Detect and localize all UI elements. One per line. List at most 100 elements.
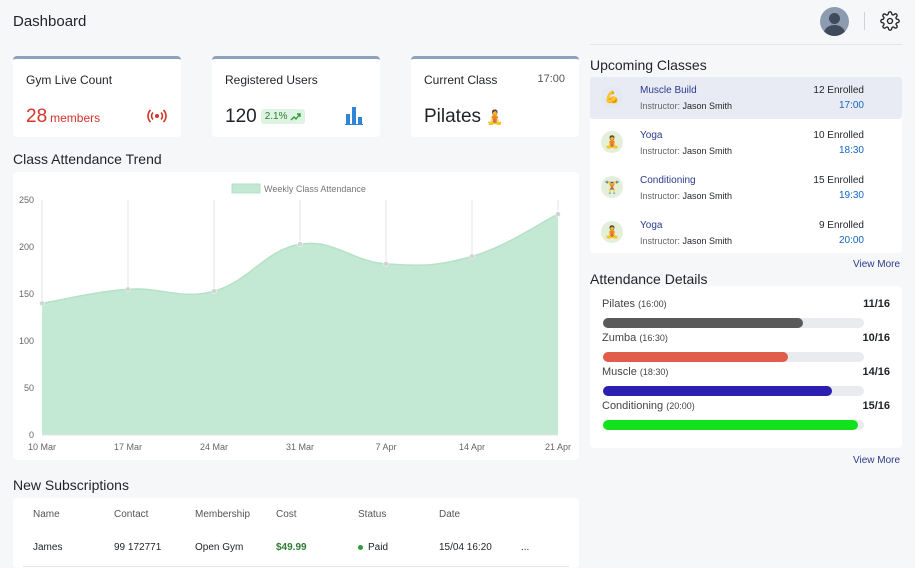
upcoming-classes-title: Upcoming Classes — [590, 57, 707, 73]
attendance-details-title: Attendance Details — [590, 271, 708, 287]
attendance-class-time: (16:30) — [639, 333, 668, 343]
y-tick-label: 0 — [29, 430, 34, 440]
attendance-trend-card: 0 50 100 150 200 250 10 Mar 17 Mar 24 Mar 31 Mar 7… — [13, 172, 579, 460]
current-class-card: Current Class 17:00 Pilates 🧘 — [411, 56, 579, 137]
class-row[interactable]: 🧘 Yoga Instructor: Jason Smith 10 Enroll… — [590, 122, 902, 164]
class-instructor: Instructor: Jason Smith — [640, 146, 732, 156]
attendance-value: 11/16 — [863, 298, 890, 310]
y-tick-label: 250 — [19, 195, 34, 205]
x-tick-label: 14 Apr — [459, 442, 485, 452]
live-count-value: 28 — [26, 106, 48, 127]
growth-badge: 2.1% — [260, 109, 306, 125]
instructor-prefix: Instructor: — [640, 236, 681, 246]
attendance-bar-track — [603, 420, 864, 430]
trend-up-icon — [290, 113, 301, 121]
attendance-class: Muscle (18:30) — [602, 366, 668, 378]
page-title: Dashboard — [13, 13, 87, 30]
column-header: Name — [33, 509, 60, 520]
series-area — [42, 214, 558, 435]
muscle-icon: 💪 — [601, 86, 623, 108]
data-point — [383, 261, 389, 267]
class-row[interactable]: 🧘 Yoga Instructor: Jason Smith 9 Enrolle… — [590, 212, 902, 254]
attendance-class: Conditioning (20:00) — [602, 400, 695, 412]
attendance-row: Zumba (16:30) 10/16 — [602, 332, 890, 366]
class-enrolled: 9 Enrolled — [818, 220, 864, 231]
yoga-icon: 🧘 — [601, 131, 623, 153]
class-enrolled: 10 Enrolled — [813, 130, 864, 141]
y-tick-label: 50 — [24, 383, 34, 393]
attendance-row: Muscle (18:30) 14/16 — [602, 366, 890, 400]
upcoming-view-more-link[interactable]: View More — [853, 259, 900, 270]
pilates-person-icon: 🧘 — [486, 109, 504, 125]
settings-gear-icon[interactable] — [880, 11, 900, 31]
x-tick-label: 31 Mar — [286, 442, 314, 452]
class-name: Conditioning — [640, 175, 696, 186]
column-header: Cost — [276, 509, 297, 520]
class-enrolled: 15 Enrolled — [813, 175, 864, 186]
column-header: Status — [358, 509, 387, 520]
attendance-bar-fill — [603, 318, 804, 328]
cell-contact: 99 172771 — [114, 542, 162, 553]
attendance-bar-fill — [603, 352, 789, 362]
header-divider — [864, 12, 865, 30]
attendance-value: 10/16 — [862, 332, 890, 344]
row-divider — [23, 566, 569, 567]
instructor-prefix: Instructor: — [640, 191, 681, 201]
attendance-bar-fill — [603, 386, 832, 396]
attendance-trend-title: Class Attendance Trend — [13, 151, 162, 167]
broadcast-icon — [147, 109, 167, 123]
live-count-value-wrap: 28 members — [26, 106, 100, 128]
user-avatar[interactable] — [820, 7, 849, 36]
class-instructor: Instructor: Jason Smith — [640, 191, 732, 201]
row-more-button[interactable]: ... — [521, 542, 529, 553]
data-point — [39, 300, 45, 307]
attendance-class-time: (16:00) — [638, 299, 667, 309]
column-header: Date — [439, 509, 461, 520]
attendance-bar-track — [603, 352, 864, 362]
attendance-view-more-link[interactable]: View More — [853, 455, 900, 466]
class-enrolled: 12 Enrolled — [813, 85, 864, 96]
subscriptions-table: Name Contact Membership Cost Status Date… — [13, 498, 579, 568]
class-name: Yoga — [640, 220, 663, 231]
class-row[interactable]: 💪 Muscle Build Instructor: Jason Smith 1… — [590, 77, 902, 119]
x-tick-label: 21 Apr — [545, 442, 571, 452]
data-point — [555, 211, 561, 217]
attendance-bar-fill — [603, 420, 858, 430]
attendance-class-time: (18:30) — [639, 367, 669, 377]
registered-users-value-wrap: 120 2.1% — [225, 106, 306, 128]
instructor-prefix: Instructor: — [640, 146, 681, 156]
x-tick-label: 24 Mar — [200, 442, 228, 452]
instructor-name: Jason Smith — [682, 101, 733, 111]
x-tick-label: 7 Apr — [375, 442, 396, 452]
instructor-name: Jason Smith — [682, 236, 733, 246]
attendance-trend-chart: 0 50 100 150 200 250 10 Mar 17 Mar 24 Mar 31 Mar 7… — [19, 183, 571, 452]
conditioning-icon: 🏋 — [601, 176, 623, 198]
top-bar: Dashboard — [0, 0, 915, 45]
attendance-value: 15/16 — [862, 400, 890, 412]
x-tick-label: 17 Mar — [114, 442, 142, 452]
y-tick-label: 200 — [19, 242, 34, 252]
data-point — [469, 253, 475, 260]
instructor-name: Jason Smith — [682, 146, 733, 156]
attendance-class-name: Muscle — [602, 366, 637, 378]
class-time: 19:30 — [838, 190, 864, 201]
current-class-time: 17:00 — [537, 73, 565, 85]
class-instructor: Instructor: Jason Smith — [640, 101, 732, 111]
bar-chart-icon — [345, 107, 363, 125]
cell-status: Paid — [358, 542, 388, 553]
class-name: Muscle Build — [640, 85, 697, 96]
y-tick-label: 150 — [19, 289, 34, 299]
current-class-label: Current Class — [424, 73, 498, 87]
current-class-name-wrap: Pilates 🧘 — [424, 106, 504, 128]
class-row[interactable]: 🏋 Conditioning Instructor: Jason Smith 1… — [590, 167, 902, 209]
cell-cost: $49.99 — [276, 542, 307, 553]
instructor-prefix: Instructor: — [640, 101, 681, 111]
x-tick-label: 10 Mar — [28, 442, 56, 452]
attendance-class-time: (20:00) — [666, 401, 695, 411]
attendance-value: 14/16 — [862, 366, 890, 378]
data-point — [125, 286, 131, 293]
legend-label: Weekly Class Attendance — [264, 184, 366, 194]
class-time: 18:30 — [838, 145, 864, 156]
column-header: Membership — [195, 509, 251, 520]
new-subscriptions-title: New Subscriptions — [13, 477, 129, 493]
